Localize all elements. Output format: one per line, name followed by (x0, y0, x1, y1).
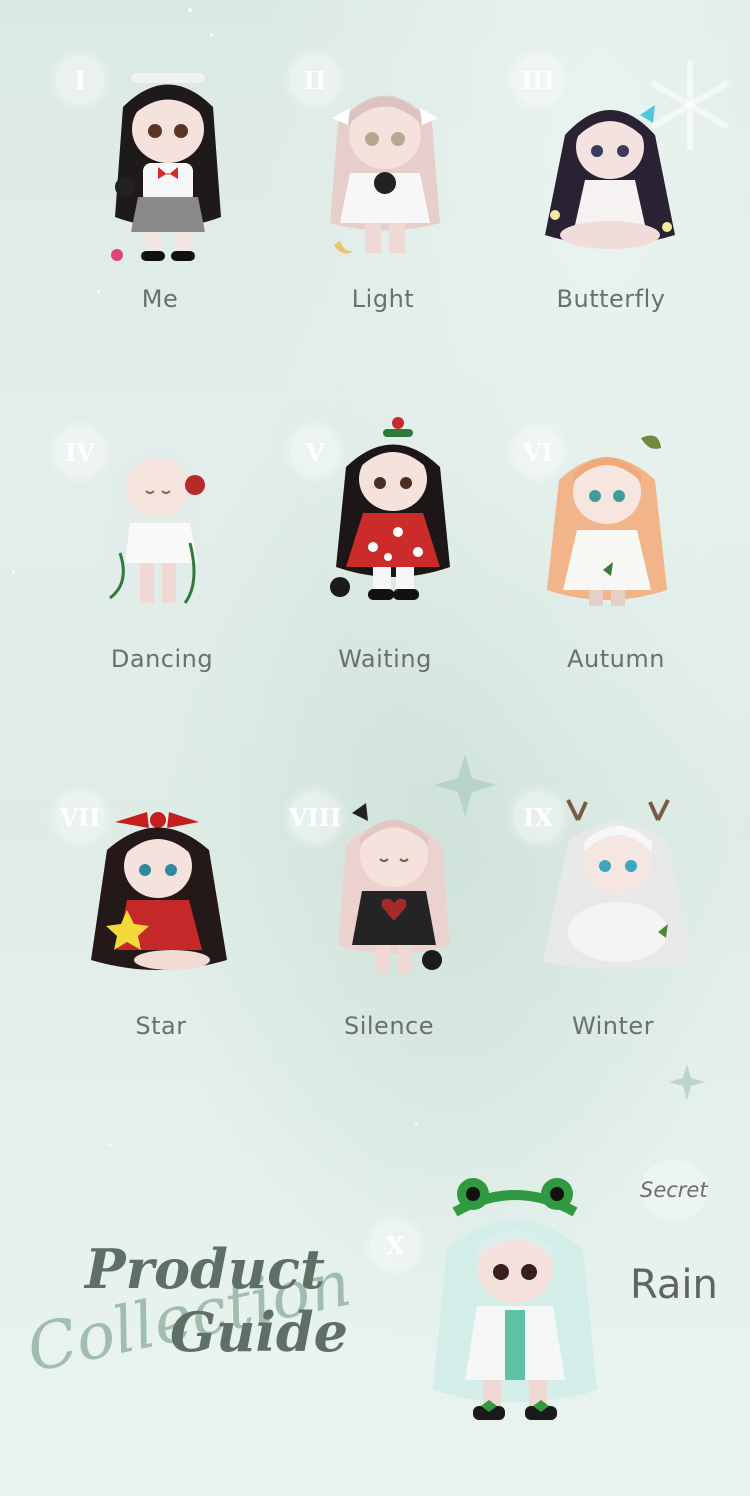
figure-card-autumn[interactable]: VI Autumn (513, 425, 743, 755)
figure-star-image (91, 812, 227, 970)
sparkle (108, 1143, 111, 1146)
figure-card-waiting[interactable]: V Waiting (290, 417, 520, 755)
figure-card-star[interactable]: VII Star (55, 790, 285, 1120)
secret-figure-label: Rain (630, 1262, 718, 1308)
figure-dancing-image (100, 449, 205, 604)
figure-rain-image[interactable] (425, 1170, 605, 1432)
numeral-badge-secret: X (370, 1220, 420, 1270)
secret-tag: Secret (640, 1178, 708, 1202)
figure-card-silence[interactable]: VIII Silence (289, 790, 520, 1120)
figure-me-image (111, 73, 221, 261)
sparkle (210, 33, 213, 36)
figure-label: Light (351, 285, 415, 313)
sparkle (12, 570, 15, 573)
product-guide-heading: Collection Product Guide (15, 1225, 357, 1387)
figure-card-winter[interactable]: IX Winter (513, 790, 743, 1120)
figure-winter-image (543, 799, 693, 970)
figure-light-image (330, 95, 440, 254)
figure-label: Dancing (110, 645, 214, 673)
figure-autumn-image (547, 435, 667, 606)
figure-card-butterfly[interactable]: III Butterfly (513, 55, 743, 385)
figure-label: Star (135, 1012, 187, 1040)
figure-label: Butterfly (556, 285, 666, 313)
numeral-badge: I (55, 55, 105, 105)
figure-label: Winter (571, 1012, 655, 1040)
figure-label: Silence (343, 1012, 434, 1040)
figure-waiting-image (330, 417, 450, 600)
figure-label: Waiting (338, 645, 432, 673)
heading-product: Product (85, 1237, 325, 1301)
figure-card-light[interactable]: II Light (290, 55, 520, 385)
sparkle (415, 1122, 418, 1125)
sparkle (188, 8, 192, 12)
figure-butterfly-image (545, 105, 675, 249)
figure-silence-image (338, 803, 450, 973)
figure-card-dancing[interactable]: IV Dancing (55, 425, 285, 755)
figure-label: Me (141, 285, 179, 313)
figure-label: Autumn (567, 645, 665, 673)
figure-card-me[interactable]: I Me (55, 55, 285, 385)
heading-guide: Guide (170, 1300, 349, 1364)
